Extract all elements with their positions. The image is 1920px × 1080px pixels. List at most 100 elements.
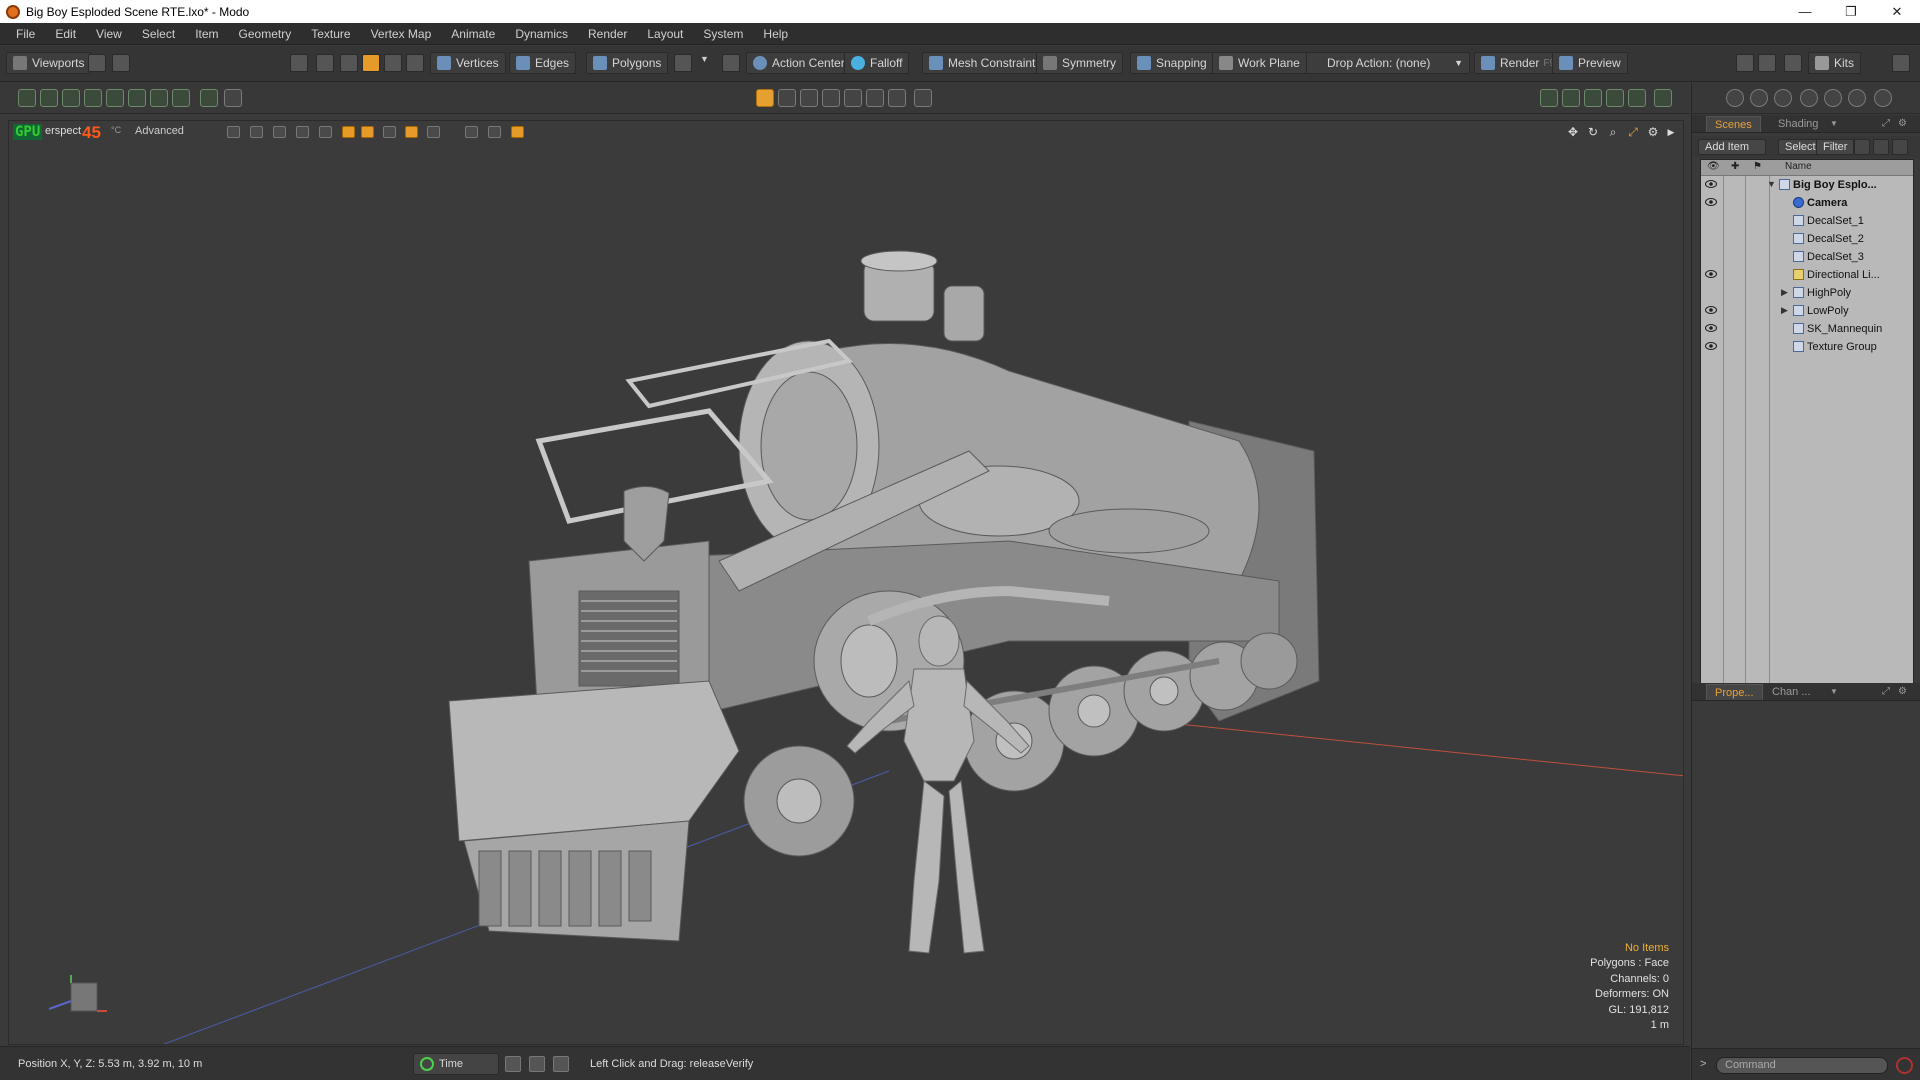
world-icon[interactable] xyxy=(756,89,774,107)
panel-gear-icon[interactable]: ⚙ xyxy=(1890,116,1915,132)
zoom-icon[interactable] xyxy=(224,89,242,107)
expand-arrow-icon[interactable]: ▶ xyxy=(1781,305,1788,316)
particle-tool-icon[interactable] xyxy=(1800,89,1818,107)
3d-viewport[interactable]: GPU erspect 45 °C Advanced ✥ ↻ ⌕ ⤢ ⚙ ▶ N… xyxy=(8,120,1684,1045)
kits-button[interactable]: Kits xyxy=(1808,52,1862,74)
snapping-button[interactable]: Snapping xyxy=(1130,52,1214,74)
menu-edit[interactable]: Edit xyxy=(45,27,86,41)
collapse-icon[interactable] xyxy=(1854,139,1870,155)
tree-row[interactable]: Texture Group xyxy=(1701,338,1913,356)
expand-arrow-icon[interactable]: ▼ xyxy=(1767,179,1776,189)
add-icon[interactable] xyxy=(200,89,218,107)
tree-row[interactable]: ▼ Big Boy Esplo... xyxy=(1701,176,1913,194)
select-arrow-icon[interactable] xyxy=(316,54,334,72)
record-icon[interactable] xyxy=(1896,1057,1913,1074)
preview-button[interactable]: Preview xyxy=(1552,52,1628,74)
visibility-eye-icon[interactable] xyxy=(1705,323,1717,333)
visibility-eye-icon[interactable] xyxy=(1705,179,1717,189)
tree-row[interactable]: DecalSet_3 xyxy=(1701,248,1913,266)
maximize-button[interactable]: ❐ xyxy=(1828,0,1874,23)
gear-graph-icon[interactable] xyxy=(1628,89,1646,107)
work-plane-button[interactable]: Work Plane xyxy=(1212,52,1307,74)
viewports-button[interactable]: Viewports xyxy=(6,52,92,74)
camera-icon[interactable] xyxy=(84,89,102,107)
ruler-icon[interactable] xyxy=(800,89,818,107)
tree-row[interactable]: DecalSet_2 xyxy=(1701,230,1913,248)
menu-render[interactable]: Render xyxy=(578,27,637,41)
locator-icon[interactable] xyxy=(128,89,146,107)
auto-select-icon[interactable] xyxy=(722,54,740,72)
stack-icon[interactable] xyxy=(106,89,124,107)
toggle-panel-icon[interactable] xyxy=(1892,54,1910,72)
lock-column-icon[interactable]: ✚ xyxy=(1731,161,1739,172)
minimize-button[interactable]: — xyxy=(1782,0,1828,23)
menu-select[interactable]: Select xyxy=(132,27,185,41)
tab-shading[interactable]: Shading xyxy=(1770,116,1826,132)
pose-tool-icon[interactable] xyxy=(290,54,308,72)
sliders-icon[interactable] xyxy=(112,54,130,72)
drop-action-dropdown[interactable]: Drop Action: (none) ▼ xyxy=(1306,52,1470,74)
vertices-button[interactable]: Vertices xyxy=(430,52,506,74)
snapshot-icon[interactable] xyxy=(866,89,884,107)
layout-toggle-icon[interactable] xyxy=(529,1056,545,1072)
visibility-eye-icon[interactable] xyxy=(1705,269,1717,279)
tab-menu-icon[interactable]: ▼ xyxy=(1822,116,1846,132)
select-auto-icon[interactable] xyxy=(362,54,380,72)
tab-channels[interactable]: Chan ... xyxy=(1764,684,1819,700)
image-icon[interactable] xyxy=(1606,89,1624,107)
bounding-box-icon[interactable] xyxy=(150,89,168,107)
layout-icon[interactable] xyxy=(88,54,106,72)
command-input[interactable]: Command xyxy=(1716,1057,1888,1074)
trash-icon[interactable] xyxy=(1873,139,1889,155)
panel-gear-icon[interactable]: ⚙ xyxy=(1890,684,1915,700)
cube-tool-icon[interactable] xyxy=(1874,89,1892,107)
menu-dynamics[interactable]: Dynamics xyxy=(505,27,578,41)
replicator-icon[interactable] xyxy=(172,89,190,107)
transform-icon[interactable] xyxy=(40,89,58,107)
layers-icon[interactable] xyxy=(1562,89,1580,107)
nodes-icon[interactable] xyxy=(1584,89,1602,107)
visibility-column-icon[interactable]: 👁 xyxy=(1707,161,1720,172)
select-mode-icon[interactable] xyxy=(384,54,402,72)
falloff-button[interactable]: Falloff xyxy=(844,52,910,74)
tree-row[interactable]: DecalSet_1 xyxy=(1701,212,1913,230)
edges-button[interactable]: Edges xyxy=(509,52,577,74)
menu-animate[interactable]: Animate xyxy=(441,27,505,41)
timeline-icon[interactable] xyxy=(505,1056,521,1072)
material-tool-icon[interactable] xyxy=(1750,89,1768,107)
edit-icon[interactable] xyxy=(822,89,840,107)
menu-file[interactable]: File xyxy=(6,27,45,41)
tree-row[interactable]: Directional Li... xyxy=(1701,266,1913,284)
item-tool-icon[interactable] xyxy=(1726,89,1744,107)
menu-texture[interactable]: Texture xyxy=(301,27,360,41)
tab-scenes[interactable]: Scenes xyxy=(1706,116,1761,132)
visibility-eye-icon[interactable] xyxy=(1705,305,1717,315)
visibility-eye-icon[interactable] xyxy=(1705,197,1717,207)
mode-dropdown-icon[interactable]: ▼ xyxy=(700,54,712,72)
search-icon[interactable] xyxy=(1784,54,1802,72)
visibility-eye-icon[interactable] xyxy=(1705,341,1717,351)
column-name[interactable]: Name xyxy=(1785,161,1812,172)
joint-icon[interactable] xyxy=(62,89,80,107)
render-column-icon[interactable]: ⚑ xyxy=(1753,161,1762,172)
polygons-button[interactable]: Polygons xyxy=(586,52,669,74)
menu-system[interactable]: System xyxy=(693,27,753,41)
split-icon[interactable] xyxy=(553,1056,569,1072)
menu-geometry[interactable]: Geometry xyxy=(229,27,302,41)
tree-row[interactable]: Camera xyxy=(1701,194,1913,212)
panel-options-icon[interactable] xyxy=(1736,54,1754,72)
render-button[interactable]: Render F9 xyxy=(1474,52,1563,74)
select-items-icon[interactable] xyxy=(340,54,358,72)
add-layout-icon[interactable] xyxy=(1654,89,1672,107)
tab-properties[interactable]: Prope... xyxy=(1706,684,1763,700)
mesh-constraint-button[interactable]: Mesh Constraint xyxy=(922,52,1043,74)
menu-view[interactable]: View xyxy=(86,27,132,41)
frame-icon[interactable] xyxy=(888,89,906,107)
dynamics-tool-icon[interactable] xyxy=(1824,89,1842,107)
materials-mode-icon[interactable] xyxy=(674,54,692,72)
list-icon[interactable] xyxy=(1540,89,1558,107)
add-tool-icon[interactable] xyxy=(914,89,932,107)
filter-button[interactable]: Filter xyxy=(1816,139,1855,155)
time-button[interactable]: Time xyxy=(413,1053,499,1075)
add-item-button[interactable]: Add Item ▼ xyxy=(1698,139,1766,166)
